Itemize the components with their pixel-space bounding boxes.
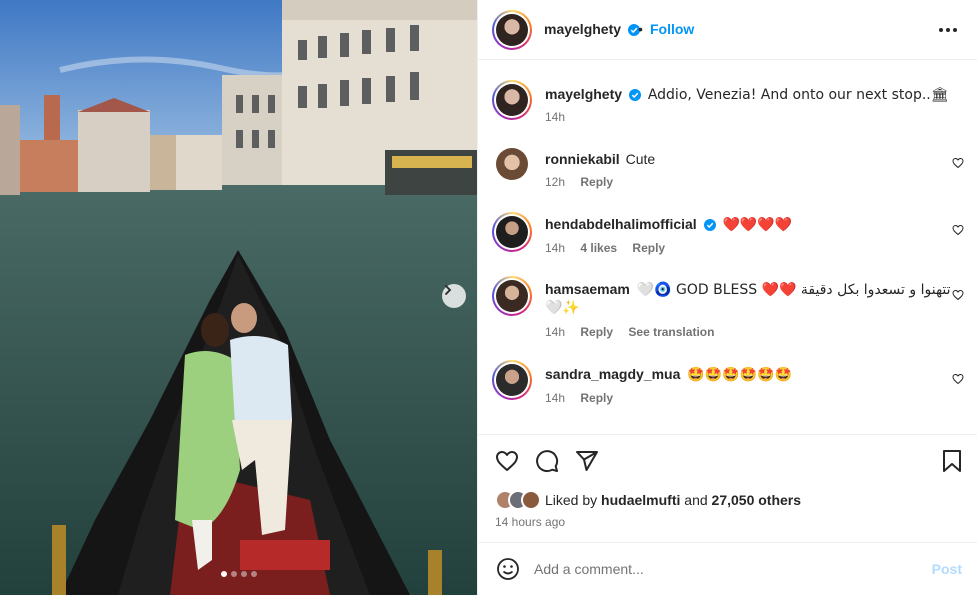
post-media[interactable] — [0, 0, 477, 595]
comment-composer: Post — [478, 542, 977, 595]
verified-badge-icon — [703, 219, 716, 232]
post-details-panel: mayelghety • Follow mayelghety Addio, Ve… — [477, 0, 977, 595]
separator-dot: • — [638, 21, 643, 37]
liked-by-prefix: Liked by — [545, 492, 598, 508]
reply-button[interactable]: Reply — [580, 325, 613, 339]
comment-item: sandra_magdy_mua 🤩🤩🤩🤩🤩🤩 14h Reply — [478, 358, 977, 416]
liker-avatars[interactable] — [495, 490, 543, 510]
comment-item: ronniekabil Cute 12h Reply — [478, 142, 977, 200]
reply-button[interactable]: Reply — [632, 241, 665, 255]
post-caption: mayelghety Addio, Venezia! And onto our … — [478, 74, 977, 134]
liked-by-user[interactable]: hudaelmufti — [601, 492, 680, 508]
comment-time: 12h — [545, 175, 566, 189]
reply-button[interactable]: Reply — [580, 175, 613, 189]
comment-meta: 12h Reply — [545, 175, 625, 189]
comment-text: 🤍🧿 GOD BLESS ❤️❤️ تتهنوا و تسعدوا بكل دق… — [636, 282, 951, 298]
reply-button[interactable]: Reply — [580, 391, 613, 405]
comment-meta: 14h 4 likes Reply — [545, 241, 677, 255]
heart-icon[interactable] — [952, 157, 964, 169]
comment-username[interactable]: sandra_magdy_mua — [545, 366, 680, 382]
comment-text: Cute — [625, 151, 656, 167]
verified-badge-icon — [628, 89, 641, 102]
post-timestamp[interactable]: 14 hours ago — [495, 515, 565, 529]
avatar[interactable] — [492, 276, 532, 316]
avatar[interactable] — [492, 80, 532, 120]
heart-icon[interactable] — [495, 449, 519, 473]
author-username[interactable]: mayelghety — [544, 21, 621, 37]
comment-time: 14h — [545, 241, 566, 255]
caption-meta: 14h — [545, 110, 577, 124]
comment-input[interactable] — [534, 558, 914, 580]
carousel-dot — [220, 571, 227, 577]
carousel-dot — [240, 571, 247, 577]
comment-text-continued: 🤍✨ — [545, 300, 580, 316]
comment-item: hamsaemam 🤍🧿 GOD BLESS ❤️❤️ تتهنوا و تسع… — [478, 274, 977, 348]
post-comment-button[interactable]: Post — [932, 561, 962, 577]
more-options-icon[interactable] — [938, 20, 958, 40]
avatar — [521, 490, 541, 510]
avatar[interactable] — [492, 360, 532, 400]
follow-button[interactable]: Follow — [650, 21, 694, 37]
caption-text: Addio, Venezia! And onto our next stop..… — [647, 87, 949, 103]
caption-line: mayelghety Addio, Venezia! And onto our … — [545, 85, 949, 104]
likes-summary: Liked by hudaelmufti and 27,050 others — [495, 490, 801, 510]
comment-likes[interactable]: 4 likes — [580, 241, 617, 255]
liked-by-and: and — [684, 492, 708, 508]
comment-meta: 14h Reply — [545, 391, 625, 405]
comment-username[interactable]: hamsaemam — [545, 281, 630, 297]
avatar[interactable] — [492, 10, 532, 50]
avatar[interactable] — [496, 148, 528, 180]
comment-line: sandra_magdy_mua 🤩🤩🤩🤩🤩🤩 — [545, 365, 792, 384]
comment-line: hendabdelhalimofficial ❤️❤️❤️❤️ — [545, 215, 792, 234]
comment-line: hamsaemam 🤍🧿 GOD BLESS ❤️❤️ تتهنوا و تسع… — [545, 280, 951, 299]
comment-text: 🤩🤩🤩🤩🤩🤩 — [687, 367, 792, 383]
caption-time: 14h — [545, 110, 566, 124]
comment-line: ronniekabil Cute — [545, 150, 655, 168]
heart-icon[interactable] — [952, 373, 964, 385]
bookmark-icon[interactable] — [941, 449, 963, 473]
comment-icon[interactable] — [535, 449, 559, 473]
author-block: mayelghety — [544, 21, 640, 37]
comment-username[interactable]: ronniekabil — [545, 151, 620, 167]
emoji-icon[interactable] — [496, 557, 520, 581]
post-photo — [0, 0, 477, 595]
carousel-indicator — [0, 571, 477, 577]
comment-username[interactable]: hendabdelhalimofficial — [545, 216, 697, 232]
see-translation-link[interactable]: See translation — [628, 325, 714, 339]
carousel-dot — [230, 571, 237, 577]
comment-text: ❤️❤️❤️❤️ — [722, 217, 793, 233]
share-icon[interactable] — [575, 449, 599, 473]
avatar[interactable] — [492, 212, 532, 252]
comment-item: hendabdelhalimofficial ❤️❤️❤️❤️ 14h 4 li… — [478, 208, 977, 266]
comment-time: 14h — [545, 391, 566, 405]
carousel-next-button[interactable] — [442, 284, 466, 308]
author-username[interactable]: mayelghety — [545, 86, 622, 102]
comment-meta: 14h Reply See translation — [545, 325, 726, 339]
comment-time: 14h — [545, 325, 566, 339]
post-header: mayelghety • Follow — [478, 0, 977, 60]
post-actions: Liked by hudaelmufti and 27,050 others 1… — [478, 434, 977, 542]
likes-count[interactable]: 27,050 others — [712, 492, 802, 508]
carousel-dot — [250, 571, 257, 577]
heart-icon[interactable] — [952, 289, 964, 301]
heart-icon[interactable] — [952, 224, 964, 236]
chevron-right-icon — [445, 285, 452, 295]
